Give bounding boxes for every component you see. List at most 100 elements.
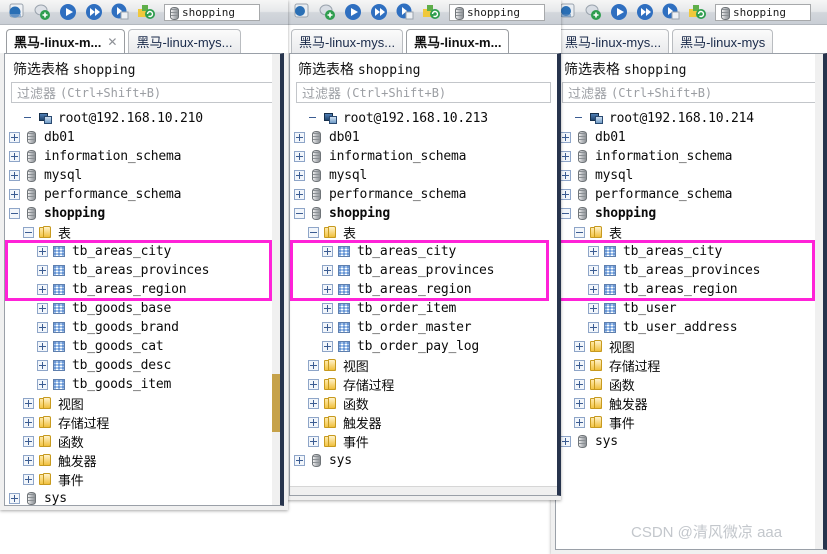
run-icon[interactable] — [343, 2, 365, 22]
expand-icon[interactable] — [308, 436, 319, 447]
tree-node-table[interactable]: tb_areas_provinces — [560, 261, 823, 280]
window-panel-214[interactable]: shopping 黑马-linux-mys... 黑马-linux-mys 筛选… — [551, 0, 827, 554]
tree-node-table[interactable]: tb_areas_provinces — [294, 261, 557, 280]
run-all-icon[interactable] — [369, 2, 391, 22]
tree-node-table[interactable]: tb_areas_region — [9, 280, 280, 299]
tree-node-database-shopping[interactable]: shopping — [9, 204, 280, 223]
tree-node-table[interactable]: tb_goods_cat — [9, 337, 280, 356]
tree-node-folder[interactable]: 函数 — [294, 394, 557, 413]
tree-node-folder[interactable]: 事件 — [560, 413, 823, 432]
tab-linux-mys-inactive[interactable]: 黑马-linux-mys... — [291, 29, 404, 53]
db-tree-210[interactable]: root@192.168.10.210 db01 information_schem… — [5, 107, 280, 505]
expand-icon[interactable] — [574, 341, 585, 352]
expand-icon[interactable] — [322, 265, 333, 276]
expand-icon[interactable] — [37, 265, 48, 276]
window-panel-213[interactable]: shopping 黑马-linux-mys... 黑马-linux-m... 筛… — [285, 0, 561, 500]
expand-icon[interactable] — [574, 398, 585, 409]
tree-node-folder[interactable]: 存储过程 — [9, 413, 280, 432]
tree-node-database[interactable]: performance_schema — [294, 185, 557, 204]
expand-icon[interactable] — [560, 189, 571, 200]
expand-icon[interactable] — [37, 341, 48, 352]
tree-node-database[interactable]: db01 — [294, 128, 557, 147]
tree-node-database[interactable]: information_schema — [9, 147, 280, 166]
collapse-icon[interactable] — [560, 208, 571, 219]
tree-node-table[interactable]: tb_goods_desc — [9, 356, 280, 375]
collapse-icon[interactable] — [574, 227, 585, 238]
horizontal-scrollbar-2[interactable] — [290, 486, 557, 495]
database-connect-icon[interactable] — [291, 2, 313, 22]
run-all-icon[interactable] — [84, 2, 106, 22]
tree-node-table[interactable]: tb_user — [560, 299, 823, 318]
tree-node-database[interactable]: db01 — [9, 128, 280, 147]
expand-icon[interactable] — [23, 417, 34, 428]
tree-node-table[interactable]: tb_areas_city — [294, 242, 557, 261]
vertical-scrollbar-3[interactable] — [815, 54, 823, 549]
collapse-icon[interactable] — [23, 227, 34, 238]
stop-icon[interactable] — [395, 2, 417, 22]
tree-node-table[interactable]: tb_goods_item — [9, 375, 280, 394]
tree-node-database-shopping[interactable]: shopping — [560, 204, 823, 223]
tree-node-database[interactable]: mysql — [9, 166, 280, 185]
tree-node-folder[interactable]: 视图 — [9, 394, 280, 413]
expand-icon[interactable] — [308, 360, 319, 371]
tree-node-database[interactable]: information_schema — [294, 147, 557, 166]
expand-icon[interactable] — [574, 360, 585, 371]
expand-icon[interactable] — [294, 455, 305, 466]
db-tree-214[interactable]: root@192.168.10.214 db01 information_schem… — [556, 107, 823, 451]
expand-icon[interactable] — [37, 322, 48, 333]
tree-node-folder[interactable]: 视图 — [560, 337, 823, 356]
expand-icon[interactable] — [588, 246, 599, 257]
tree-node-database[interactable]: performance_schema — [9, 185, 280, 204]
tree-node-table[interactable]: tb_user_address — [560, 318, 823, 337]
tab-linux-m-active[interactable]: 黑马-linux-m... — [406, 29, 510, 53]
expand-icon[interactable] — [308, 398, 319, 409]
run-icon[interactable] — [58, 2, 80, 22]
collapse-icon[interactable] — [9, 208, 20, 219]
stop-icon[interactable] — [661, 2, 683, 22]
expand-icon[interactable] — [37, 303, 48, 314]
tree-node-table[interactable]: tb_order_pay_log — [294, 337, 557, 356]
filter-input-1[interactable]: 过滤器 (Ctrl+Shift+B) — [11, 82, 274, 103]
tree-node-table[interactable]: tb_areas_region — [560, 280, 823, 299]
tree-node-table[interactable]: tb_areas_city — [9, 242, 280, 261]
add-connection-icon[interactable] — [32, 2, 54, 22]
expand-icon[interactable] — [322, 246, 333, 257]
toolbar-1[interactable]: shopping — [0, 0, 288, 25]
expand-icon[interactable] — [588, 322, 599, 333]
tree-node-table[interactable]: tb_order_item — [294, 299, 557, 318]
tree-node-folder[interactable]: 触发器 — [560, 394, 823, 413]
expand-icon[interactable] — [23, 398, 34, 409]
expand-icon[interactable] — [9, 493, 20, 504]
run-all-icon[interactable] — [635, 2, 657, 22]
tree-node-database-shopping[interactable]: shopping — [294, 204, 557, 223]
database-connect-icon[interactable] — [6, 2, 28, 22]
expand-icon[interactable] — [23, 436, 34, 447]
tree-node-folder[interactable]: 函数 — [9, 432, 280, 451]
tree-pane-214[interactable]: 筛选表格 shopping 过滤器 (Ctrl+Shift+B) root@19… — [555, 53, 827, 550]
collapse-icon[interactable] — [294, 208, 305, 219]
address-bar-3[interactable]: shopping — [715, 3, 811, 21]
tree-node-database[interactable]: information_schema — [560, 147, 823, 166]
address-bar-1[interactable]: shopping — [164, 3, 260, 21]
db-tree-213[interactable]: root@192.168.10.213 db01 information_schem… — [290, 107, 557, 470]
tree-node-table[interactable]: tb_goods_base — [9, 299, 280, 318]
address-bar-2[interactable]: shopping — [449, 3, 545, 21]
tree-node-database[interactable]: mysql — [294, 166, 557, 185]
filter-input-2[interactable]: 过滤器 (Ctrl+Shift+B) — [296, 82, 551, 103]
tree-node-table[interactable]: tb_areas_city — [560, 242, 823, 261]
tree-node-database[interactable]: db01 — [560, 128, 823, 147]
tabstrip-2[interactable]: 黑马-linux-mys... 黑马-linux-m... — [285, 25, 561, 53]
tree-node-folder[interactable]: 事件 — [294, 432, 557, 451]
tree-node-database[interactable]: performance_schema — [560, 185, 823, 204]
expand-icon[interactable] — [322, 341, 333, 352]
tree-node-folder[interactable]: 视图 — [294, 356, 557, 375]
expand-icon[interactable] — [9, 132, 20, 143]
tree-pane-210[interactable]: 筛选表格 shopping 过滤器 (Ctrl+Shift+B) root@19… — [4, 53, 284, 506]
collapse-icon[interactable] — [308, 227, 319, 238]
refresh-icon[interactable] — [421, 2, 443, 22]
expand-icon[interactable] — [37, 284, 48, 295]
filter-input-3[interactable]: 过滤器 (Ctrl+Shift+B) — [562, 82, 817, 103]
expand-icon[interactable] — [308, 417, 319, 428]
expand-icon[interactable] — [322, 284, 333, 295]
tab-linux-mys-b[interactable]: 黑马-linux-mys — [672, 29, 774, 53]
